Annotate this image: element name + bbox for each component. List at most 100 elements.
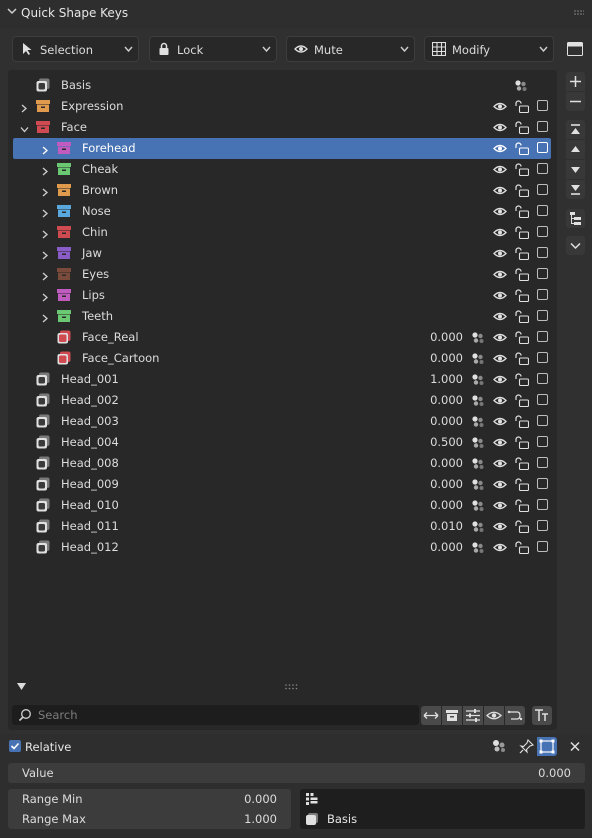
- expand-toggle[interactable]: [41, 291, 49, 302]
- unlock-icon[interactable]: [515, 100, 530, 114]
- eye-icon[interactable]: [493, 331, 507, 344]
- list-item[interactable]: Eyes: [13, 264, 551, 285]
- list-item[interactable]: Basis: [13, 75, 551, 96]
- shape-key-value[interactable]: 0.000: [413, 393, 463, 407]
- relative-key-field[interactable]: Basis: [300, 809, 585, 829]
- range-max-field[interactable]: Range Max 1.000: [8, 809, 291, 829]
- range-min-field[interactable]: Range Min 0.000: [8, 789, 291, 809]
- shape-key-value[interactable]: 0.000: [413, 540, 463, 554]
- pin-button[interactable]: [517, 737, 537, 756]
- unlock-icon[interactable]: [515, 268, 530, 282]
- shape-key-name[interactable]: Basis: [61, 78, 91, 92]
- mute-checkbox[interactable]: [537, 478, 548, 489]
- sort-toggle-button[interactable]: [421, 706, 441, 725]
- shape-key-name[interactable]: Eyes: [82, 267, 109, 281]
- expand-toggle[interactable]: [41, 228, 49, 239]
- mute-checkbox[interactable]: [537, 373, 548, 384]
- unlock-icon[interactable]: [515, 394, 530, 408]
- expand-toggle[interactable]: [20, 102, 28, 113]
- move-down-button[interactable]: [566, 160, 585, 179]
- mute-checkbox[interactable]: [537, 394, 548, 405]
- shape-key-dots-icon[interactable]: [471, 394, 485, 407]
- shape-key-name[interactable]: Face_Cartoon: [82, 351, 159, 365]
- unlock-icon[interactable]: [515, 121, 530, 135]
- search-field[interactable]: Search: [12, 705, 419, 725]
- unlock-icon[interactable]: [515, 226, 530, 240]
- shape-key-name[interactable]: Head_001: [61, 372, 119, 386]
- collapse-toggle[interactable]: [20, 123, 29, 133]
- shape-key-name[interactable]: Chin: [82, 225, 108, 239]
- list-item[interactable]: Teeth: [13, 306, 551, 327]
- eye-icon[interactable]: [493, 415, 507, 428]
- shape-key-name[interactable]: Lips: [82, 288, 105, 302]
- eye-icon[interactable]: [493, 100, 507, 113]
- shape-key-value[interactable]: 0.000: [413, 351, 463, 365]
- unlock-icon[interactable]: [515, 247, 530, 261]
- shape-key-name[interactable]: Nose: [82, 204, 111, 218]
- shape-key-dots-icon[interactable]: [471, 352, 485, 365]
- eye-icon[interactable]: [493, 352, 507, 365]
- list-item[interactable]: Head_012 0.000: [13, 537, 551, 558]
- shape-key-dots-icon[interactable]: [471, 478, 485, 491]
- shape-key-name[interactable]: Face_Real: [82, 330, 139, 344]
- eye-icon[interactable]: [493, 247, 507, 260]
- list-item[interactable]: Head_004 0.500: [13, 432, 551, 453]
- mute-checkbox[interactable]: [537, 142, 548, 153]
- shape-key-dots-icon[interactable]: [471, 415, 485, 428]
- value-field[interactable]: Value 0.000: [8, 763, 585, 783]
- list-item[interactable]: Expression: [13, 96, 551, 117]
- shape-key-dots-icon[interactable]: [471, 541, 485, 554]
- resize-grip-icon[interactable]: [285, 684, 299, 690]
- mute-checkbox[interactable]: [537, 184, 548, 195]
- filter-toggle-triangle-icon[interactable]: [17, 683, 26, 691]
- shape-key-name[interactable]: Head_012: [61, 540, 119, 554]
- unlock-icon[interactable]: [515, 415, 530, 429]
- specials-menu-button[interactable]: [566, 236, 585, 255]
- text-filter-button[interactable]: [532, 706, 552, 725]
- shape-key-name[interactable]: Head_009: [61, 477, 119, 491]
- expand-toggle[interactable]: [41, 207, 49, 218]
- eye-icon[interactable]: [493, 394, 507, 407]
- unlock-icon[interactable]: [515, 436, 530, 450]
- shape-key-name[interactable]: Face: [61, 120, 87, 134]
- shape-key-value[interactable]: 0.000: [413, 477, 463, 491]
- list-item[interactable]: Lips: [13, 285, 551, 306]
- mute-checkbox[interactable]: [537, 520, 548, 531]
- shape-key-dots-icon[interactable]: [471, 520, 485, 533]
- list-item[interactable]: Face_Cartoon 0.000: [13, 348, 551, 369]
- list-item[interactable]: Head_008 0.000: [13, 453, 551, 474]
- eye-icon[interactable]: [493, 205, 507, 218]
- list-item[interactable]: Head_010 0.000: [13, 495, 551, 516]
- eye-icon[interactable]: [493, 121, 507, 134]
- list-item[interactable]: Head_002 0.000: [13, 390, 551, 411]
- unlock-icon[interactable]: [515, 352, 530, 366]
- eye-icon[interactable]: [493, 520, 507, 533]
- mute-checkbox[interactable]: [537, 331, 548, 342]
- sliders-filter-button[interactable]: [463, 706, 483, 725]
- expand-toggle[interactable]: [41, 312, 49, 323]
- close-icon[interactable]: [566, 738, 584, 755]
- mute-checkbox[interactable]: [537, 352, 548, 363]
- eye-icon[interactable]: [493, 142, 507, 155]
- shape-key-name[interactable]: Expression: [61, 99, 123, 113]
- list-item[interactable]: Head_011 0.010: [13, 516, 551, 537]
- move-top-button[interactable]: [566, 120, 585, 139]
- shape-key-dots-icon[interactable]: [471, 436, 485, 449]
- list-item[interactable]: Head_003 0.000: [13, 411, 551, 432]
- shape-key-name[interactable]: Brown: [82, 183, 118, 197]
- unlock-icon[interactable]: [515, 184, 530, 198]
- mute-checkbox[interactable]: [537, 415, 548, 426]
- list-item[interactable]: Nose: [13, 201, 551, 222]
- list-item[interactable]: Forehead: [13, 138, 551, 159]
- shape-key-name[interactable]: Forehead: [82, 141, 136, 155]
- shape-key-name[interactable]: Head_004: [61, 435, 119, 449]
- shape-key-name[interactable]: Head_010: [61, 498, 119, 512]
- shape-key-name[interactable]: Cheak: [82, 162, 118, 176]
- shape-key-value[interactable]: 0.000: [413, 498, 463, 512]
- vertex-group-field[interactable]: [300, 789, 585, 809]
- driver-filter-button[interactable]: [505, 706, 525, 725]
- shape-key-name[interactable]: Head_008: [61, 456, 119, 470]
- mute-checkbox[interactable]: [537, 226, 548, 237]
- eye-icon[interactable]: [493, 499, 507, 512]
- shape-key-name[interactable]: Head_011: [61, 519, 119, 533]
